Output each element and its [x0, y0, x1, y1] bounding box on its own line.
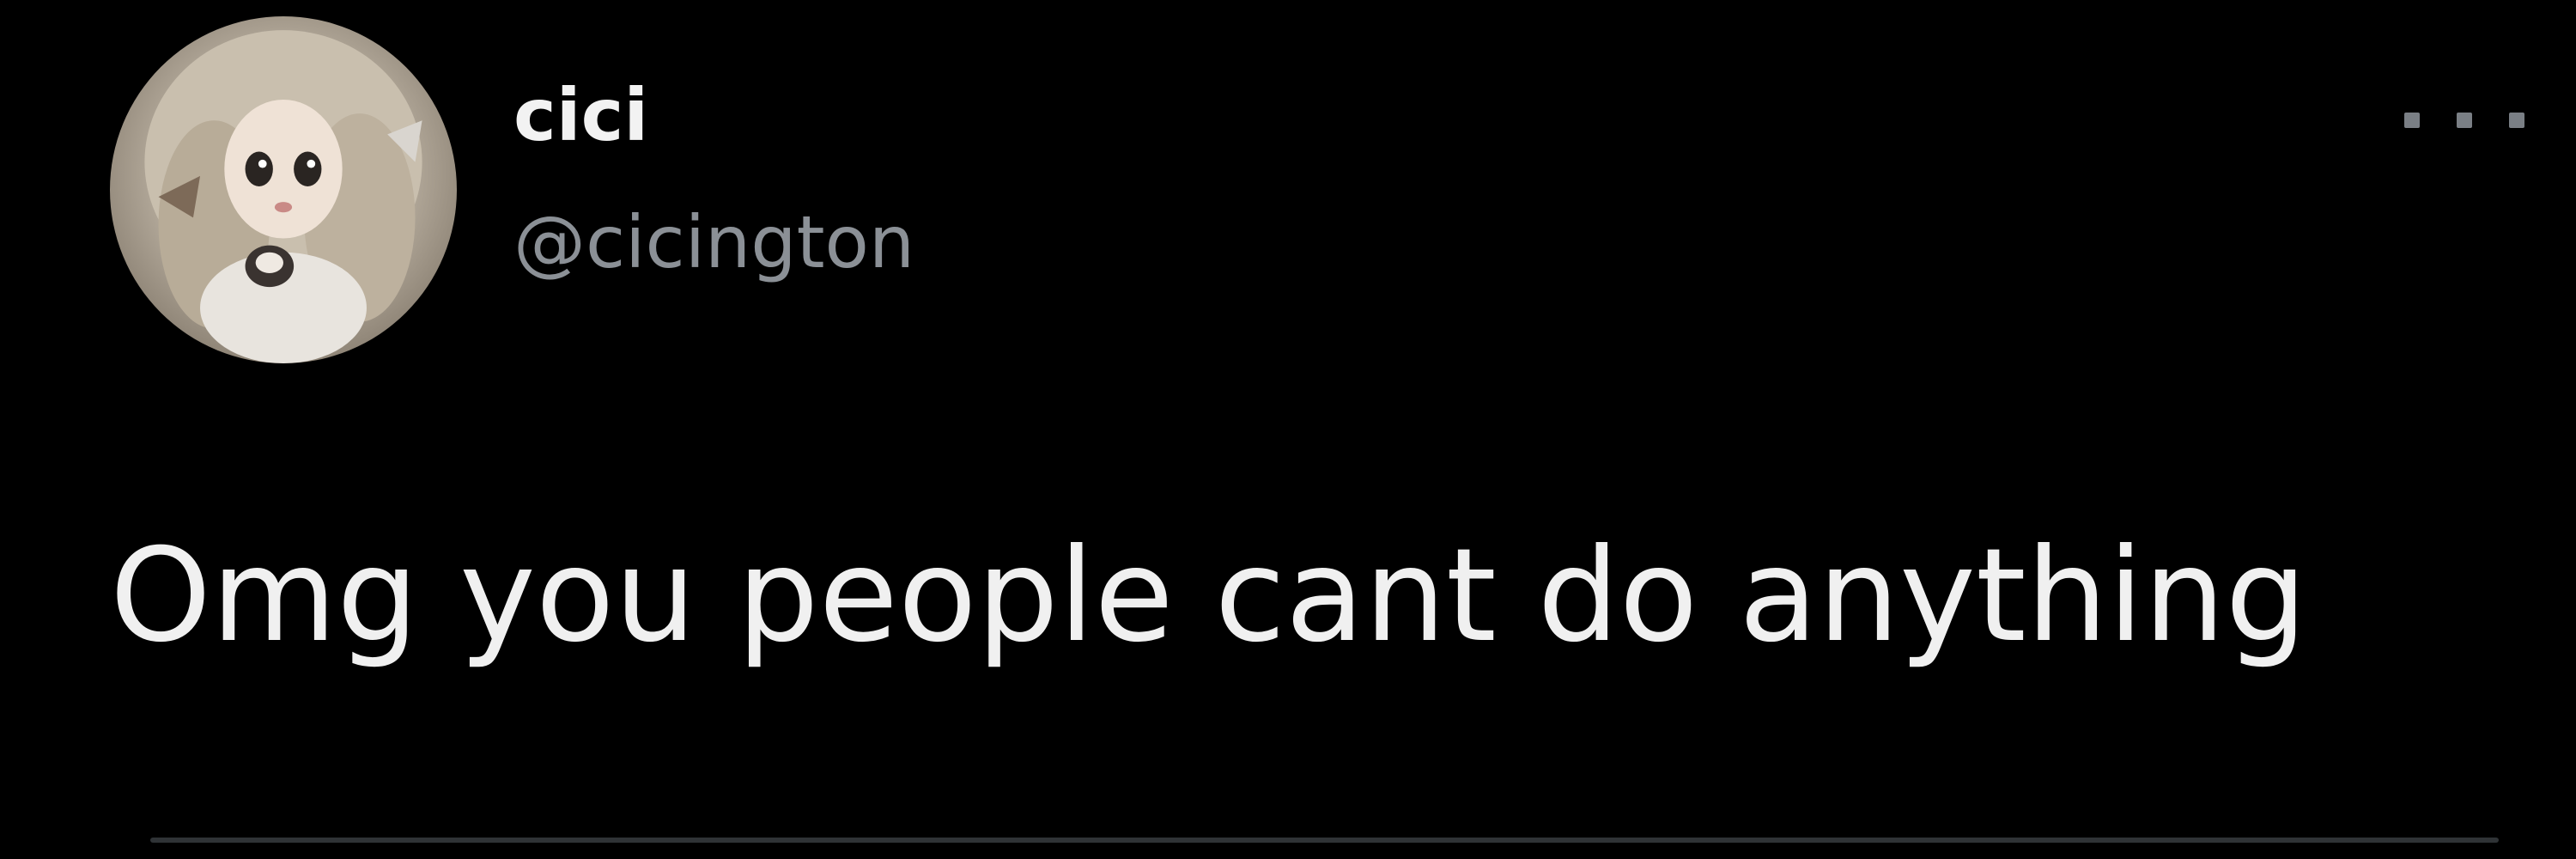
doll-avatar-image [144, 30, 422, 363]
author-display-name[interactable]: cici [513, 79, 648, 151]
more-horizontal-icon-dot [2509, 113, 2524, 128]
more-horizontal-icon [2404, 113, 2420, 128]
avatar[interactable] [110, 16, 457, 363]
tweet-card: cici @cicington Omg you people cant do a… [0, 0, 2576, 859]
divider [150, 838, 2499, 843]
tweet-text: Omg you people cant do anything [110, 521, 2307, 671]
more-horizontal-icon-dot [2457, 113, 2472, 128]
more-options-button[interactable] [2404, 94, 2524, 146]
author-handle[interactable]: @cicington [513, 206, 914, 278]
